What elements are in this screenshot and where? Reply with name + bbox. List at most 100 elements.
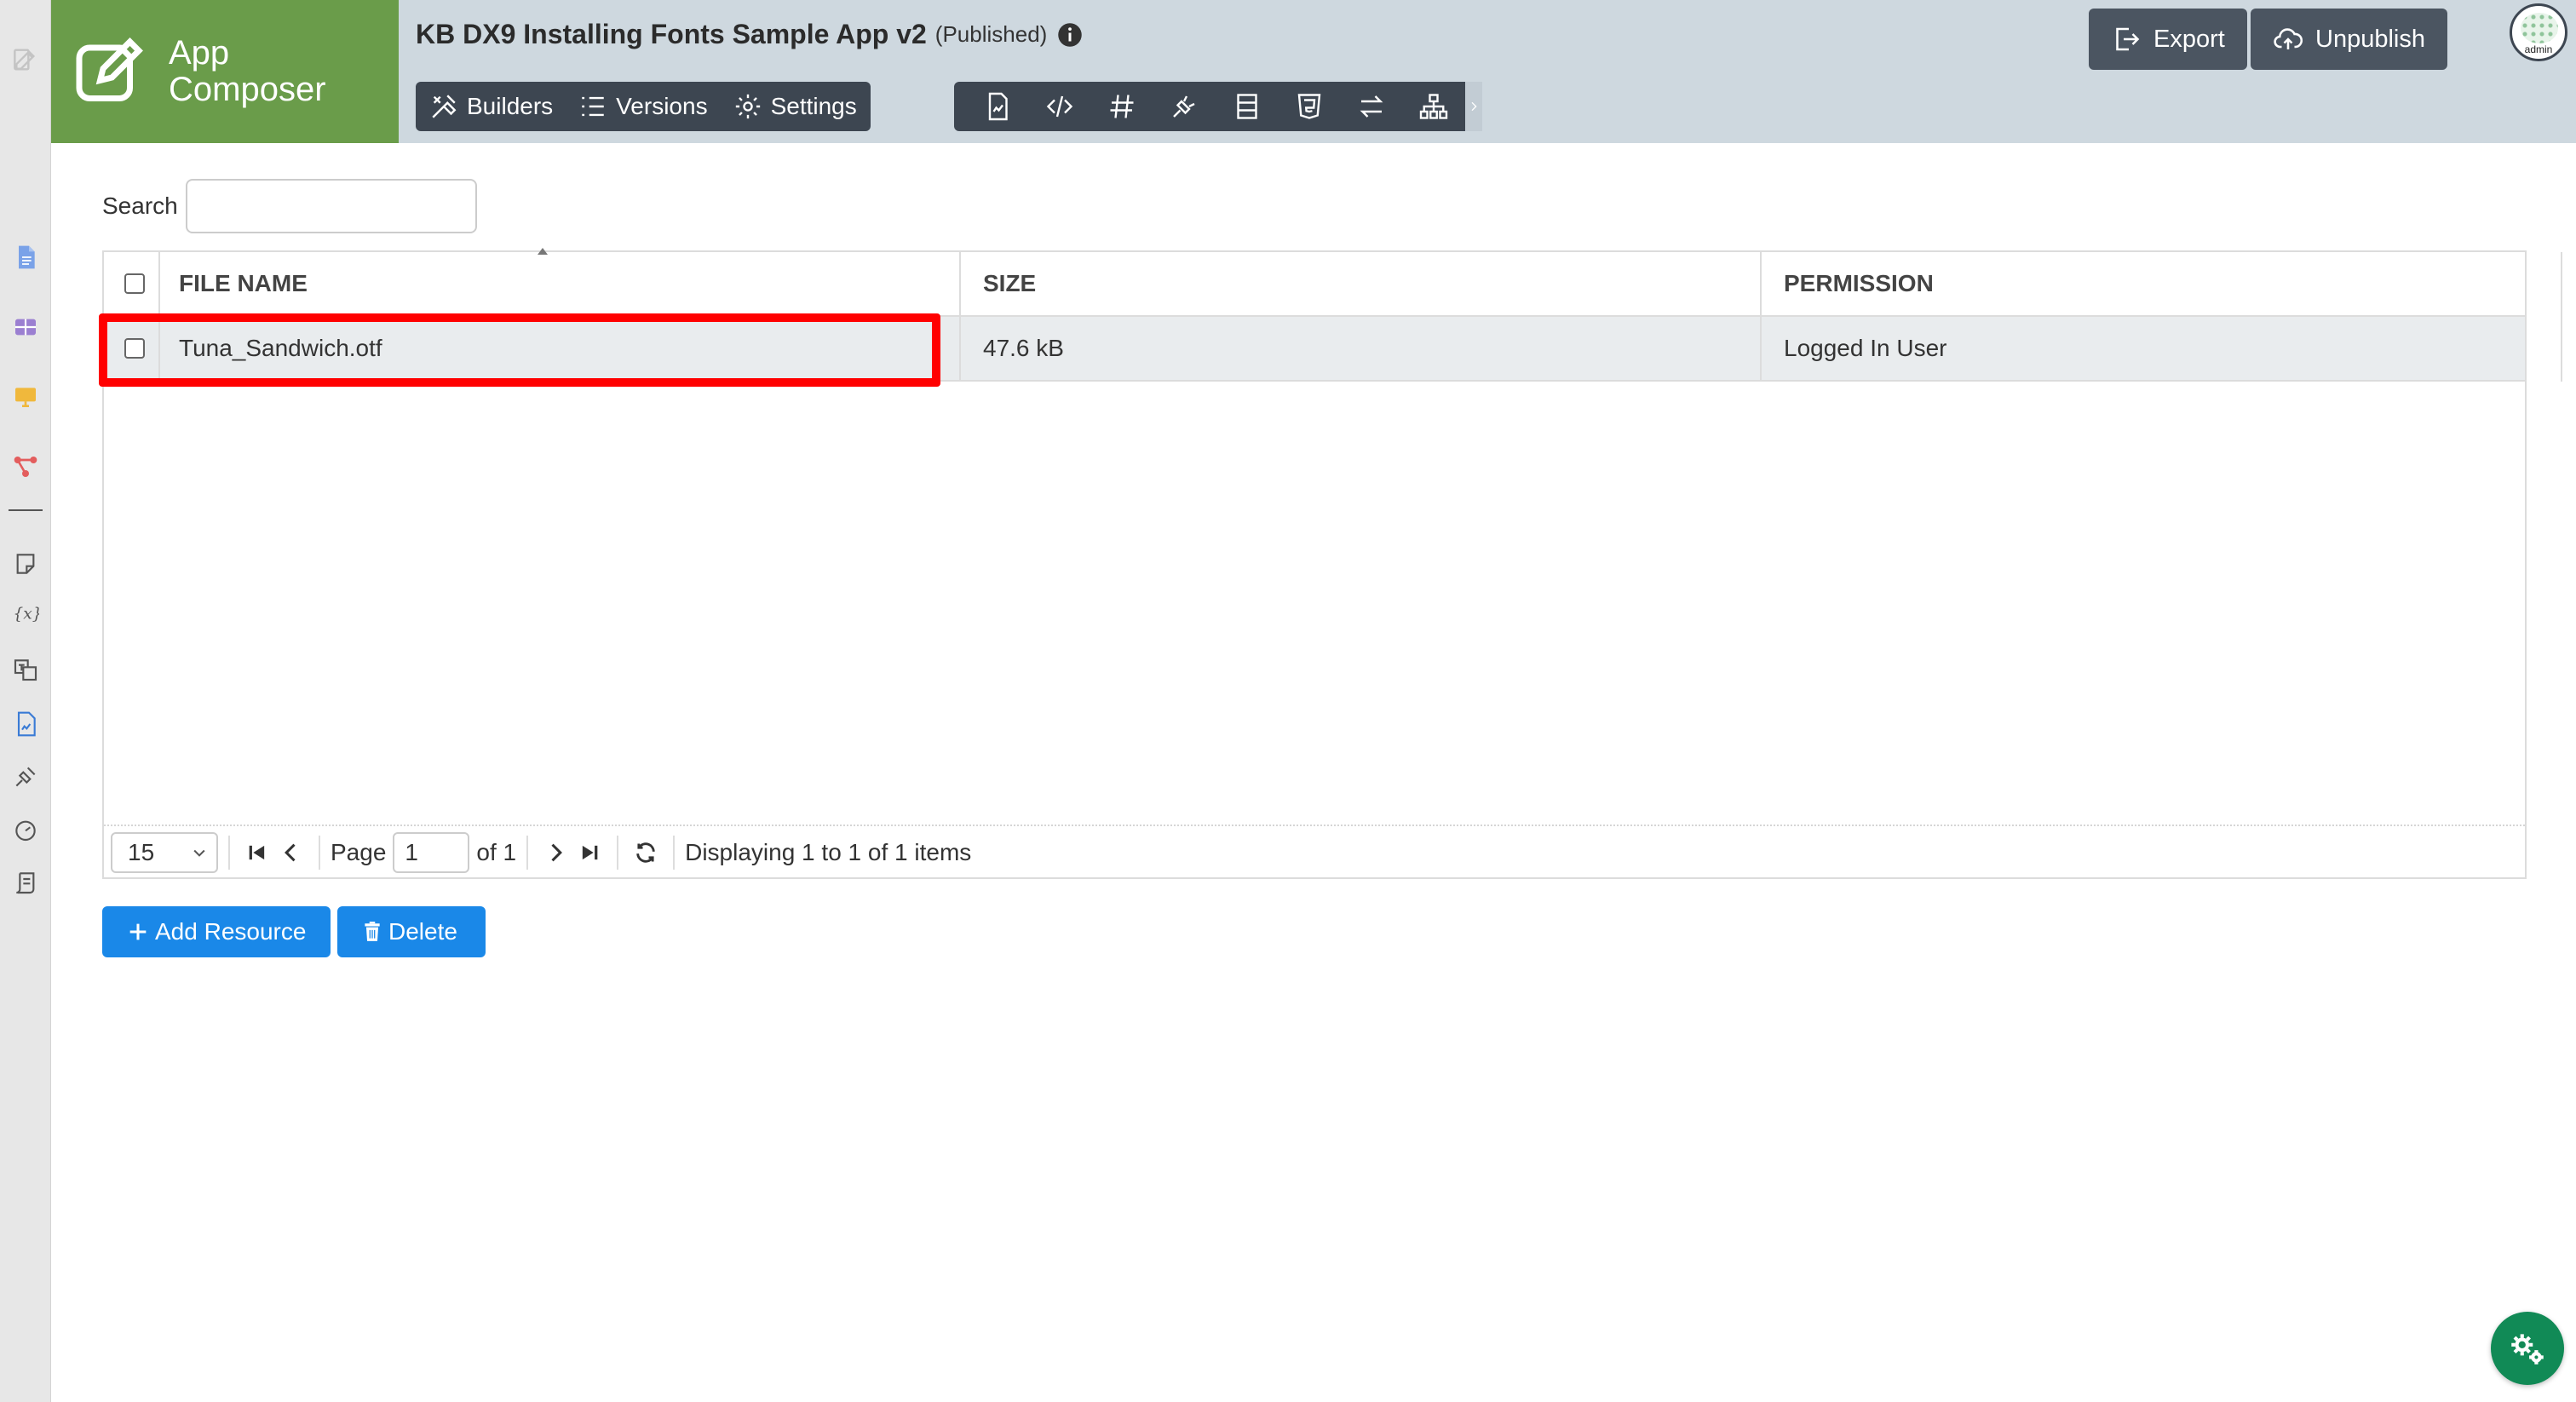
permission-cell: Logged In User xyxy=(1784,335,1947,361)
app-composer-logo[interactable]: App Composer xyxy=(51,0,399,143)
column-header-size[interactable]: SIZE xyxy=(983,252,1036,315)
last-page-icon xyxy=(582,845,598,860)
page-count-label: of 1 xyxy=(476,839,517,865)
tab-versions[interactable]: Versions xyxy=(578,92,708,121)
search-label: Search xyxy=(102,192,178,219)
tab-settings[interactable]: Settings xyxy=(733,92,857,121)
monitor-icon[interactable] xyxy=(9,380,43,414)
list-icon xyxy=(582,96,604,117)
chevron-right-icon xyxy=(551,843,563,862)
sort-ascending-icon xyxy=(538,248,548,255)
page-number-input[interactable]: 1 xyxy=(393,832,470,873)
builders-icon xyxy=(432,95,457,118)
toolbar-plug[interactable] xyxy=(1153,82,1216,131)
rail-divider xyxy=(9,509,43,511)
table-row[interactable]: Tuna_Sandwich.otf 47.6 kB Logged In User xyxy=(104,317,2525,382)
last-page-button[interactable] xyxy=(572,834,607,871)
chevron-left-icon xyxy=(285,843,296,862)
resource-grid: FILE NAME SIZE PERMISSION Tuna_Sandwich.… xyxy=(102,250,2562,879)
html5-icon xyxy=(1297,94,1321,119)
plugin-icon[interactable] xyxy=(9,760,43,794)
info-icon[interactable] xyxy=(1057,22,1083,48)
toolbar-code[interactable] xyxy=(1028,82,1090,131)
tab-builders[interactable]: Builders xyxy=(429,92,553,121)
sitemap-icon xyxy=(1420,94,1448,119)
resource-toolbar xyxy=(954,82,1465,131)
page-icon[interactable] xyxy=(9,240,43,274)
delete-button[interactable]: Delete xyxy=(337,906,486,957)
prev-page-button[interactable] xyxy=(274,834,308,871)
column-divider xyxy=(2561,252,2562,382)
page-size-select[interactable]: 15 xyxy=(111,832,218,873)
grid-header-row: FILE NAME SIZE PERMISSION xyxy=(104,252,2525,317)
table-icon[interactable] xyxy=(9,310,43,344)
toolbar-pages[interactable] xyxy=(966,82,1028,131)
hash-icon xyxy=(1110,95,1134,118)
column-header-file-name[interactable]: FILE NAME xyxy=(179,252,308,315)
column-divider xyxy=(959,252,961,382)
pager-separator xyxy=(617,836,619,870)
plug-icon xyxy=(1173,95,1195,118)
cloud-upload-icon xyxy=(2274,28,2303,49)
sync-icon xyxy=(1360,95,1383,118)
refresh-button[interactable] xyxy=(629,834,663,871)
note-icon[interactable] xyxy=(9,547,43,581)
publish-status: (Published) xyxy=(934,21,1048,47)
plus-icon xyxy=(129,923,147,940)
gears-icon xyxy=(2511,1334,2544,1365)
first-page-button[interactable] xyxy=(240,834,274,871)
chevron-down-icon xyxy=(193,849,205,857)
grid-pager: 15 Page 1 of 1 Displaying 1 to 1 of 1 it… xyxy=(104,826,2525,879)
trash-icon xyxy=(365,922,380,941)
code-icon xyxy=(1046,95,1073,118)
edit-icon[interactable] xyxy=(9,43,43,77)
toolbar-hash[interactable] xyxy=(1091,82,1153,131)
script-icon[interactable] xyxy=(9,865,43,899)
page-label: Page xyxy=(331,839,387,865)
page-size-value: 15 xyxy=(128,839,155,865)
variable-icon[interactable]: {x} xyxy=(9,596,43,630)
column-divider xyxy=(158,252,160,382)
pager-display-text: Displaying 1 to 1 of 1 items xyxy=(685,839,972,865)
column-header-permission[interactable]: PERMISSION xyxy=(1784,252,1934,315)
refresh-icon xyxy=(636,842,655,863)
settings-fab[interactable] xyxy=(2491,1312,2564,1385)
size-cell: 47.6 kB xyxy=(983,335,1064,361)
logo-line-2: Composer xyxy=(169,71,326,108)
pages-icon xyxy=(988,92,1008,121)
file-name-cell[interactable]: Tuna_Sandwich.otf xyxy=(179,317,382,380)
export-label: Export xyxy=(2153,25,2225,53)
app-header: App Composer KB DX9 Installing Fonts Sam… xyxy=(51,0,2576,143)
dashboard-icon[interactable] xyxy=(9,813,43,847)
main-tabs: Builders Versions Settings xyxy=(416,82,871,131)
delete-label: Delete xyxy=(388,918,457,945)
logo-text: App Composer xyxy=(169,35,326,108)
row-checkbox[interactable] xyxy=(124,338,145,359)
workflow-icon[interactable] xyxy=(9,450,43,484)
toolbar-html[interactable] xyxy=(1278,82,1340,131)
toolbar-sync[interactable] xyxy=(1341,82,1403,131)
next-page-button[interactable] xyxy=(538,834,572,871)
svg-text:{x}: {x} xyxy=(13,606,39,623)
tab-label: Versions xyxy=(616,93,708,119)
user-avatar[interactable]: admin xyxy=(2510,3,2567,61)
toolbar-form[interactable] xyxy=(1216,82,1278,131)
page-number-value: 1 xyxy=(405,839,418,865)
avatar-image xyxy=(2521,13,2558,43)
tab-label: Settings xyxy=(770,93,857,119)
unpublish-button[interactable]: Unpublish xyxy=(2251,9,2447,70)
select-all-checkbox[interactable] xyxy=(124,273,145,294)
toolbar-scroll-right[interactable] xyxy=(1465,82,1482,131)
report-icon[interactable] xyxy=(9,707,43,741)
add-resource-button[interactable]: Add Resource xyxy=(102,906,331,957)
left-rail: {x} xyxy=(0,0,51,1402)
chevron-right-icon xyxy=(1471,101,1477,112)
tab-label: Builders xyxy=(467,93,554,119)
export-button[interactable]: Export xyxy=(2089,9,2247,70)
row-checkbox-cell xyxy=(124,317,145,380)
translate-icon[interactable] xyxy=(9,652,43,687)
toolbar-sitemap[interactable] xyxy=(1403,82,1465,131)
search-input[interactable] xyxy=(186,179,477,233)
app-title-text: KB DX9 Installing Fonts Sample App v2 xyxy=(416,19,927,49)
first-page-icon xyxy=(249,845,265,860)
